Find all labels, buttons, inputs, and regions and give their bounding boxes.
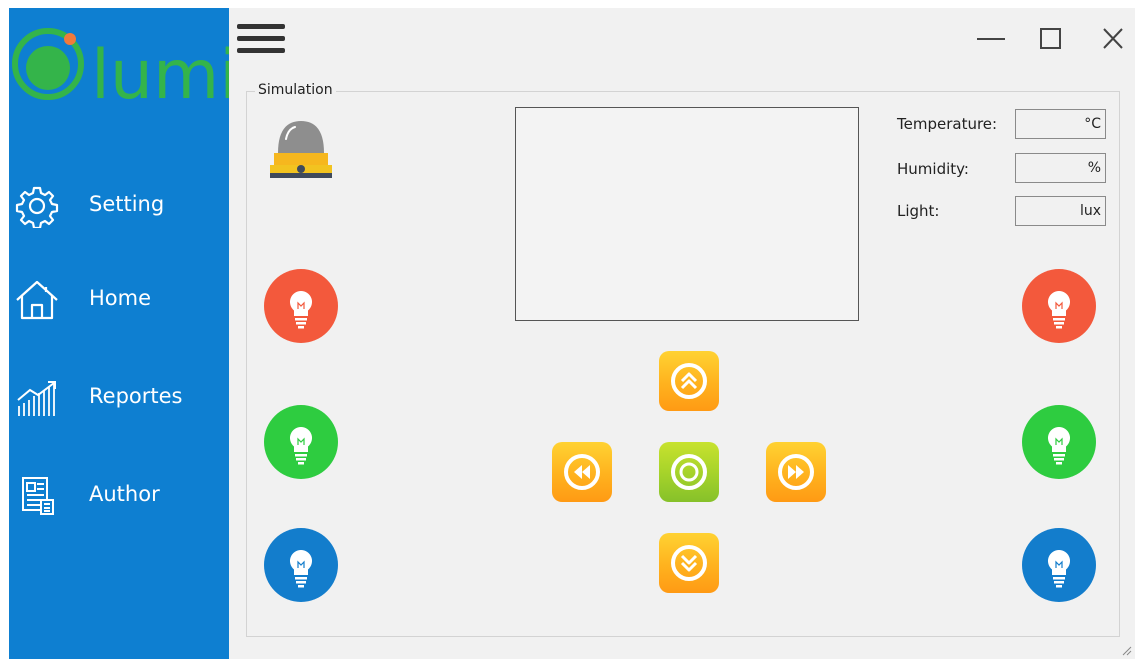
temperature-field[interactable]: °C: [1015, 109, 1106, 139]
fast-forward-icon: [778, 454, 814, 490]
chart-icon: [17, 381, 56, 416]
minimize-button[interactable]: [971, 22, 1011, 56]
simulation-display: [515, 107, 859, 321]
minimize-icon: [977, 38, 1005, 40]
move-right-button[interactable]: [766, 442, 826, 502]
hamburger-bar: [237, 24, 285, 29]
humidity-unit: %: [1087, 160, 1101, 176]
bulb-left-red[interactable]: [264, 269, 338, 343]
logo-text: lumi: [91, 36, 229, 106]
move-left-button[interactable]: [552, 442, 612, 502]
bulb-right-blue[interactable]: [1022, 528, 1096, 602]
hamburger-menu-button[interactable]: [235, 22, 287, 58]
sidebar: lumi Setting Home Reportes Author: [9, 8, 229, 659]
lightbulb-icon: [1047, 427, 1071, 465]
chevron-up-icon: [671, 363, 707, 399]
lightbulb-icon: [289, 291, 313, 329]
light-label: Light:: [897, 202, 940, 220]
rewind-icon: [564, 454, 600, 490]
chevron-down-icon: [671, 545, 707, 581]
light-unit: lux: [1079, 203, 1101, 219]
light-field[interactable]: lux: [1015, 196, 1106, 226]
lightbulb-icon: [1047, 550, 1071, 588]
hamburger-bar: [237, 48, 285, 53]
bulb-right-red[interactable]: [1022, 269, 1096, 343]
lightbulb-icon: [1047, 291, 1071, 329]
sidebar-item-label: Author: [89, 482, 160, 506]
temperature-label: Temperature:: [897, 115, 998, 133]
app-window: lumi Setting Home Reportes Author Simula…: [9, 8, 1135, 659]
bulb-right-green[interactable]: [1022, 405, 1096, 479]
home-icon: [16, 280, 58, 320]
resize-grip-icon[interactable]: [1122, 646, 1132, 656]
sidebar-item-label: Home: [89, 286, 152, 310]
close-button[interactable]: [1093, 22, 1133, 56]
maximize-button[interactable]: [1031, 22, 1071, 56]
lightbulb-icon: [289, 427, 313, 465]
sidebar-item-author[interactable]: Author: [9, 464, 229, 524]
humidity-label: Humidity:: [897, 160, 969, 178]
record-icon: [671, 454, 707, 490]
lumi-logo: lumi: [12, 28, 229, 106]
temperature-unit: °C: [1084, 116, 1101, 132]
hamburger-bar: [237, 36, 285, 41]
bulb-left-blue[interactable]: [264, 528, 338, 602]
alarm-bell-icon: [270, 121, 332, 178]
sidebar-item-reportes[interactable]: Reportes: [9, 366, 229, 426]
gear-icon: [15, 186, 59, 228]
move-down-button[interactable]: [659, 533, 719, 593]
author-icon: [22, 477, 54, 515]
lightbulb-icon: [289, 550, 313, 588]
bulb-left-green[interactable]: [264, 405, 338, 479]
center-button[interactable]: [659, 442, 719, 502]
sidebar-item-setting[interactable]: Setting: [9, 174, 229, 234]
humidity-field[interactable]: %: [1015, 153, 1106, 183]
sidebar-item-label: Setting: [89, 192, 165, 216]
sidebar-item-label: Reportes: [89, 384, 183, 408]
maximize-icon: [1040, 28, 1061, 49]
move-up-button[interactable]: [659, 351, 719, 411]
simulation-title: Simulation: [255, 82, 336, 98]
close-icon: [1103, 28, 1123, 49]
sidebar-item-home[interactable]: Home: [9, 268, 229, 328]
